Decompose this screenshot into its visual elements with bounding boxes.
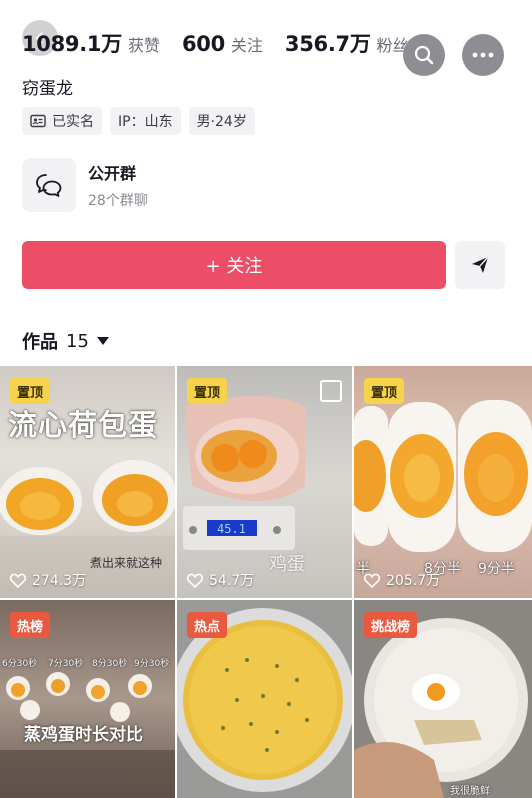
following-stat[interactable]: 600 关注	[182, 32, 263, 56]
heart-icon	[10, 573, 26, 588]
group-title: 公开群	[88, 164, 137, 183]
more-icon	[472, 52, 494, 58]
multi-image-icon	[320, 380, 342, 402]
share-button[interactable]	[455, 241, 505, 289]
group-count: 28个群聊	[88, 193, 148, 209]
video-tile[interactable]: 挑战榜 我很脆鲜	[354, 600, 532, 798]
works-count: 15	[66, 330, 89, 352]
trending-badge: 热榜	[10, 612, 51, 638]
video-tile[interactable]: 置顶 流心荷包蛋 煮出来就这种 274.3万	[0, 366, 175, 598]
video-likes: 54.7万	[187, 570, 254, 590]
likes-count: 1089.1万	[22, 32, 122, 56]
caret-down-icon	[96, 337, 109, 345]
search-button[interactable]	[403, 34, 445, 76]
likes-count-text: 54.7万	[209, 573, 255, 589]
following-label: 关注	[230, 36, 263, 55]
send-icon	[472, 256, 489, 273]
public-group-entry[interactable]: 公开群 28个群聊	[22, 158, 148, 212]
video-tile[interactable]: 置顶 半 8分半 9分半 205.7万	[354, 366, 532, 598]
pinned-badge: 置顶	[364, 378, 405, 404]
video-caption: 9分半	[478, 561, 515, 577]
likes-count-text: 274.3万	[32, 573, 87, 589]
gender-age-tag: 男·24岁	[188, 107, 255, 135]
followers-count: 356.7万	[284, 32, 371, 56]
works-tab[interactable]: 作品 15	[22, 328, 109, 354]
video-caption: 6分30秒	[2, 659, 38, 669]
chat-bubbles-icon	[36, 174, 62, 197]
heart-icon	[364, 573, 380, 588]
video-overlay-title: 蒸鸡蛋时长对比	[24, 725, 143, 745]
challenge-badge: 挑战榜	[364, 612, 418, 638]
followers-stat[interactable]: 356.7万 粉丝	[285, 28, 409, 58]
profile-tags: 已实名 IP：山东 男·24岁	[22, 107, 255, 135]
more-button[interactable]	[462, 34, 504, 76]
following-count: 600	[181, 32, 225, 56]
video-likes: 274.3万	[10, 570, 86, 590]
follow-button[interactable]: + 关注	[22, 241, 446, 289]
video-tile[interactable]: 45.1 置顶 鸡蛋 54.7万	[177, 366, 352, 598]
profile-stats: 1089.1万 获赞 600 关注 356.7万 粉丝	[22, 28, 431, 58]
video-caption: 我很脆鲜	[450, 786, 490, 797]
video-tile[interactable]: 热榜 6分30秒 7分30秒 8分30秒 9分30秒 蒸鸡蛋时长对比	[0, 600, 175, 798]
nickname: 窃蛋龙	[22, 79, 73, 99]
group-icon-box	[22, 158, 76, 212]
search-icon	[414, 45, 434, 65]
heart-icon	[187, 573, 203, 588]
hot-topic-badge: 热点	[187, 612, 228, 638]
video-tile[interactable]: 热点	[177, 600, 352, 798]
verified-tag: 已实名	[22, 107, 102, 135]
likes-label: 获赞	[127, 36, 160, 55]
video-overlay-title: 流心荷包蛋	[8, 408, 159, 442]
svg-text:45.1: 45.1	[217, 522, 246, 536]
id-card-icon	[30, 114, 46, 128]
video-caption: 煮出来就这种	[90, 556, 163, 570]
video-likes: 205.7万	[364, 570, 440, 590]
pinned-badge: 置顶	[10, 378, 51, 404]
ip-tag: IP：山东	[110, 107, 181, 135]
likes-count-text: 205.7万	[386, 573, 441, 589]
works-label: 作品	[22, 332, 58, 353]
pinned-badge: 置顶	[187, 378, 228, 404]
likes-stat[interactable]: 1089.1万 获赞	[22, 28, 160, 58]
video-caption: 8分30秒	[92, 659, 128, 669]
video-caption: 9分30秒	[134, 659, 170, 669]
verified-text: 已实名	[52, 114, 94, 130]
video-caption: 7分30秒	[48, 659, 84, 669]
video-caption: 鸡蛋	[269, 554, 305, 575]
